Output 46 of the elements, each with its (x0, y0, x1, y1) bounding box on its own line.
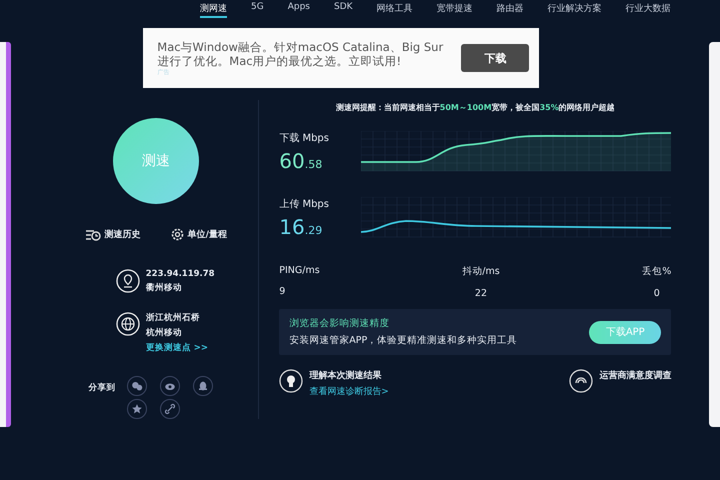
link-title: 理解本次测速结果 (309, 369, 382, 382)
stat-value: 9 (279, 286, 286, 297)
share-button[interactable] (193, 376, 214, 396)
speed-value: 60.58 (279, 149, 324, 173)
stat-label: 抖动/ms (462, 265, 500, 278)
nav-tab[interactable]: Apps (288, 2, 310, 18)
meter-label: 下载 Mbps (279, 132, 330, 145)
nav-tab[interactable]: 5G (251, 2, 264, 18)
history-icon (84, 228, 101, 240)
globe-icon (116, 312, 140, 336)
server-isp: 杭州移动 (146, 327, 183, 339)
nav-tab[interactable]: 网络工具 (376, 2, 413, 18)
share-button[interactable] (127, 376, 148, 396)
nav-tab[interactable]: 路由器 (496, 2, 524, 18)
unit-range-link[interactable]: 单位/量程 (188, 228, 227, 241)
promo-title: 浏览器会影响测速精度 (289, 317, 390, 330)
change-server-link[interactable]: 更换测速点 >> (146, 342, 208, 354)
nav-tab[interactable]: 行业解决方案 (548, 2, 602, 18)
share-button[interactable] (160, 376, 180, 396)
history-link[interactable]: 测速历史 (104, 228, 141, 241)
stat-value: 22 (474, 288, 487, 299)
link-title: 运营商满意度调查 (599, 369, 672, 382)
share-button[interactable] (127, 399, 148, 419)
speed-notice: 测速网提醒：当前网速相当于50M～100M宽带，被全国35%的网络用户超越 (334, 102, 616, 113)
promo-text: 安装网速管家APP，体验更精准测速和多种实用工具 (289, 334, 518, 347)
stat-label: 丢包% (642, 265, 672, 278)
share-label: 分享到 (88, 382, 116, 395)
nav-tab[interactable]: 宽带提速 (436, 2, 473, 18)
isp-name: 衢州移动 (146, 282, 183, 294)
share-button[interactable] (160, 399, 180, 419)
settings-icon (170, 228, 184, 241)
nav-tab[interactable]: SDK (334, 2, 353, 18)
lightbulb-icon (279, 369, 304, 393)
signal-icon (569, 369, 594, 393)
report-link[interactable]: 查看网速诊断报告> (309, 385, 389, 398)
server-location: 浙江杭州石桥 (146, 312, 201, 324)
speed-value: 16.29 (279, 215, 324, 239)
stat-value: 0 (654, 288, 660, 299)
meter-label: 上传 Mbps (279, 198, 330, 211)
nav-tab[interactable]: 测网速 (200, 2, 227, 18)
ad-text: Mac与Window融合。针对macOS Catalina、Big Sur进行了优化。Mac用户的最优之选。立即试用! (157, 40, 444, 68)
download-button[interactable]: 下载 (461, 44, 530, 72)
ip-address: 223.94.119.78 (146, 269, 215, 279)
location-pin-icon (116, 269, 140, 293)
stat-label: PING/ms (279, 265, 320, 276)
nav-tab[interactable]: 行业大数据 (626, 2, 671, 18)
